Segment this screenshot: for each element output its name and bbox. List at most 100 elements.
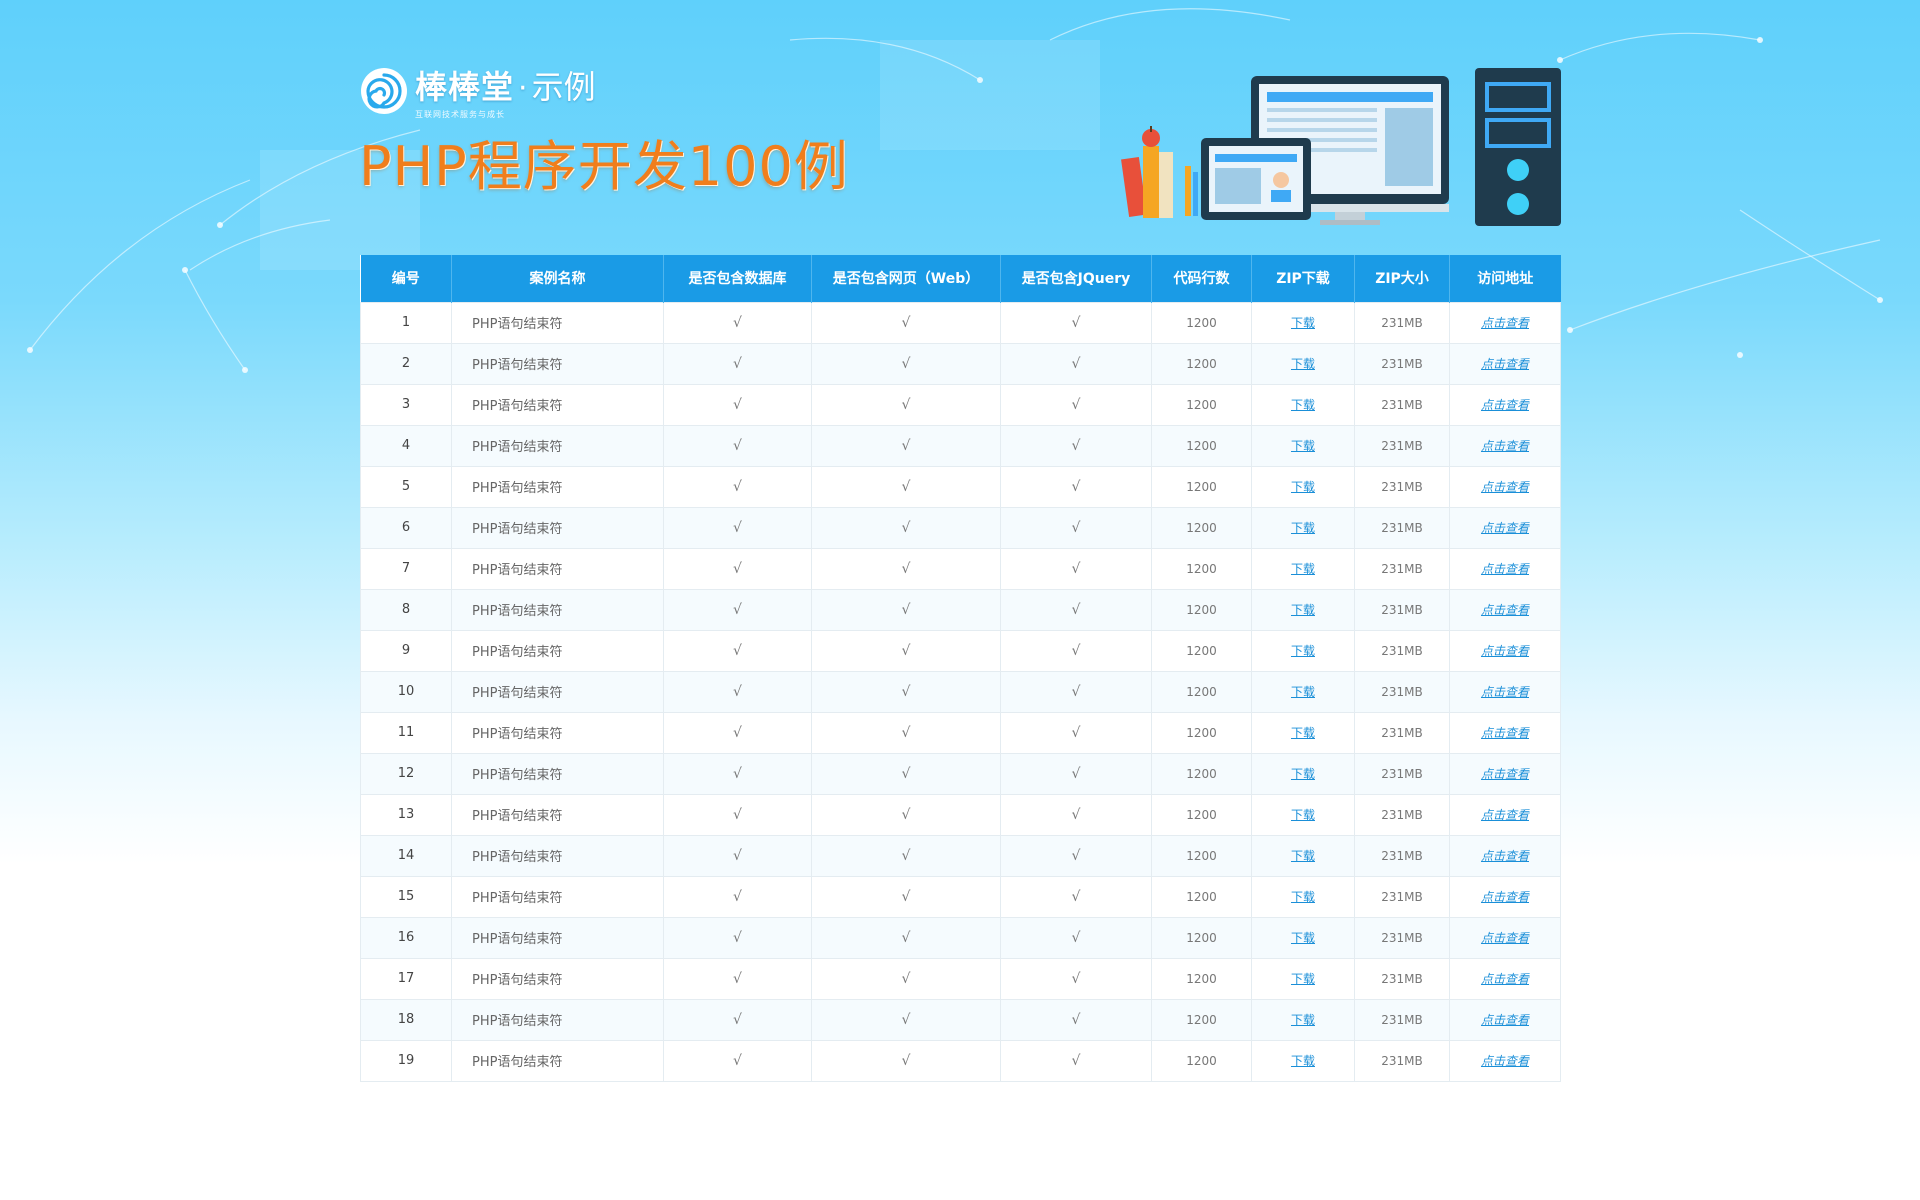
visit-link[interactable]: 点击查看 (1481, 1013, 1529, 1027)
visit-link[interactable]: 点击查看 (1481, 316, 1529, 330)
download-link[interactable]: 下载 (1291, 767, 1315, 781)
row-case-name-cell: PHP语句结束符 (451, 342, 664, 385)
jquery-check-icon-cell: √ (1000, 547, 1152, 590)
visit-link[interactable]: 点击查看 (1481, 808, 1529, 822)
jquery-check-icon-cell: √ (1000, 752, 1152, 795)
visit-link[interactable]: 点击查看 (1481, 849, 1529, 863)
jquery-check-icon-cell: √ (1000, 875, 1152, 918)
row-zip-size-cell: 231MB (1354, 875, 1450, 918)
visit-link[interactable]: 点击查看 (1481, 603, 1529, 617)
visit-link[interactable]: 点击查看 (1481, 767, 1529, 781)
row-code-lines-cell: 1200 (1151, 793, 1252, 836)
download-link[interactable]: 下载 (1291, 316, 1315, 330)
download-link[interactable]: 下载 (1291, 439, 1315, 453)
web-check-icon: √ (901, 314, 911, 331)
visit-link[interactable]: 点击查看 (1481, 357, 1529, 371)
row-case-name-cell: PHP语句结束符 (451, 998, 664, 1041)
download-link[interactable]: 下载 (1291, 849, 1315, 863)
database-check-icon: √ (733, 519, 742, 536)
download-link[interactable]: 下载 (1291, 644, 1315, 658)
row-code-lines-cell: 1200 (1151, 547, 1252, 590)
download-link[interactable]: 下载 (1291, 808, 1315, 822)
row-zip-size-cell: 231MB (1354, 834, 1450, 877)
web-check-icon-cell: √ (811, 834, 1001, 877)
row-id-cell: 5 (360, 465, 452, 508)
download-link[interactable]: 下载 (1291, 562, 1315, 576)
web-check-icon: √ (901, 1011, 911, 1028)
download-link[interactable]: 下载 (1291, 357, 1315, 371)
download-link[interactable]: 下载 (1291, 1054, 1315, 1068)
download-link[interactable]: 下载 (1291, 1013, 1315, 1027)
row-zip-size-cell: 231MB (1354, 670, 1450, 713)
database-check-icon-cell: √ (663, 629, 812, 672)
row-case-name-cell: PHP语句结束符 (451, 424, 664, 467)
download-link[interactable]: 下载 (1291, 603, 1315, 617)
database-check-icon-cell: √ (663, 834, 812, 877)
visit-link[interactable]: 点击查看 (1481, 972, 1529, 986)
row-zip-size-cell: 231MB (1354, 711, 1450, 754)
visit-link[interactable]: 点击查看 (1481, 685, 1529, 699)
row-id-cell: 19 (360, 1039, 452, 1082)
web-check-icon: √ (901, 355, 911, 372)
download-link[interactable]: 下载 (1291, 890, 1315, 904)
row-code-lines-cell: 1200 (1151, 916, 1252, 959)
download-link[interactable]: 下载 (1291, 398, 1315, 412)
visit-link[interactable]: 点击查看 (1481, 644, 1529, 658)
database-check-icon: √ (733, 888, 742, 905)
col-jquery-header: 是否包含JQuery (1000, 255, 1152, 302)
row-code-lines-cell: 1200 (1151, 301, 1252, 344)
brand-name: 棒棒堂 (415, 68, 515, 106)
page-header: 棒棒堂 · 示例 互联网技术服务与成长 PHP程序开发100例 (359, 58, 1561, 228)
jquery-check-icon-cell: √ (1000, 998, 1152, 1041)
download-link[interactable]: 下载 (1291, 685, 1315, 699)
download-link-cell: 下载 (1251, 301, 1355, 344)
jquery-check-icon-cell: √ (1000, 793, 1152, 836)
table-row: 2 PHP语句结束符 √ √ √ 1200 下载 231MB 点击查看 (360, 342, 1561, 385)
row-code-lines-cell: 1200 (1151, 752, 1252, 795)
row-code-lines-cell: 1200 (1151, 670, 1252, 713)
table-row: 9 PHP语句结束符 √ √ √ 1200 下载 231MB 点击查看 (360, 629, 1561, 672)
visit-link[interactable]: 点击查看 (1481, 521, 1529, 535)
visit-link[interactable]: 点击查看 (1481, 562, 1529, 576)
download-link-cell: 下载 (1251, 424, 1355, 467)
brand[interactable]: 棒棒堂 · 示例 互联网技术服务与成长 (359, 62, 596, 120)
web-check-icon-cell: √ (811, 793, 1001, 836)
web-check-icon: √ (901, 1052, 911, 1069)
col-id-header: 编号 (360, 255, 452, 302)
row-code-lines-cell: 1200 (1151, 998, 1252, 1041)
row-case-name-cell: PHP语句结束符 (451, 383, 664, 426)
row-zip-size-cell: 231MB (1354, 793, 1450, 836)
table-header-row: 编号 案例名称 是否包含数据库 是否包含网页（Web） 是否包含JQuery 代码行数 ZI… (360, 255, 1561, 302)
visit-link[interactable]: 点击查看 (1481, 931, 1529, 945)
download-link[interactable]: 下载 (1291, 480, 1315, 494)
visit-link[interactable]: 点击查看 (1481, 890, 1529, 904)
visit-link[interactable]: 点击查看 (1481, 1054, 1529, 1068)
row-code-lines-cell: 1200 (1151, 629, 1252, 672)
table-row: 8 PHP语句结束符 √ √ √ 1200 下载 231MB 点击查看 (360, 588, 1561, 631)
jquery-check-icon-cell: √ (1000, 342, 1152, 385)
database-check-icon: √ (733, 314, 742, 331)
download-link[interactable]: 下载 (1291, 972, 1315, 986)
visit-link-cell: 点击查看 (1449, 998, 1561, 1041)
jquery-check-icon-cell: √ (1000, 465, 1152, 508)
download-link-cell: 下载 (1251, 342, 1355, 385)
web-check-icon-cell: √ (811, 957, 1001, 1000)
download-link[interactable]: 下载 (1291, 726, 1315, 740)
visit-link[interactable]: 点击查看 (1481, 726, 1529, 740)
row-case-name-cell: PHP语句结束符 (451, 465, 664, 508)
visit-link[interactable]: 点击查看 (1481, 480, 1529, 494)
jquery-check-icon: √ (1071, 601, 1081, 618)
row-case-name-cell: PHP语句结束符 (451, 834, 664, 877)
download-link-cell: 下载 (1251, 465, 1355, 508)
visit-link[interactable]: 点击查看 (1481, 439, 1529, 453)
download-link-cell: 下载 (1251, 547, 1355, 590)
download-link-cell: 下载 (1251, 383, 1355, 426)
visit-link-cell: 点击查看 (1449, 752, 1561, 795)
download-link[interactable]: 下载 (1291, 521, 1315, 535)
row-code-lines-cell: 1200 (1151, 957, 1252, 1000)
brand-suffix: 示例 (531, 68, 596, 106)
row-code-lines-cell: 1200 (1151, 711, 1252, 754)
visit-link[interactable]: 点击查看 (1481, 398, 1529, 412)
download-link[interactable]: 下载 (1291, 931, 1315, 945)
row-case-name-cell: PHP语句结束符 (451, 711, 664, 754)
